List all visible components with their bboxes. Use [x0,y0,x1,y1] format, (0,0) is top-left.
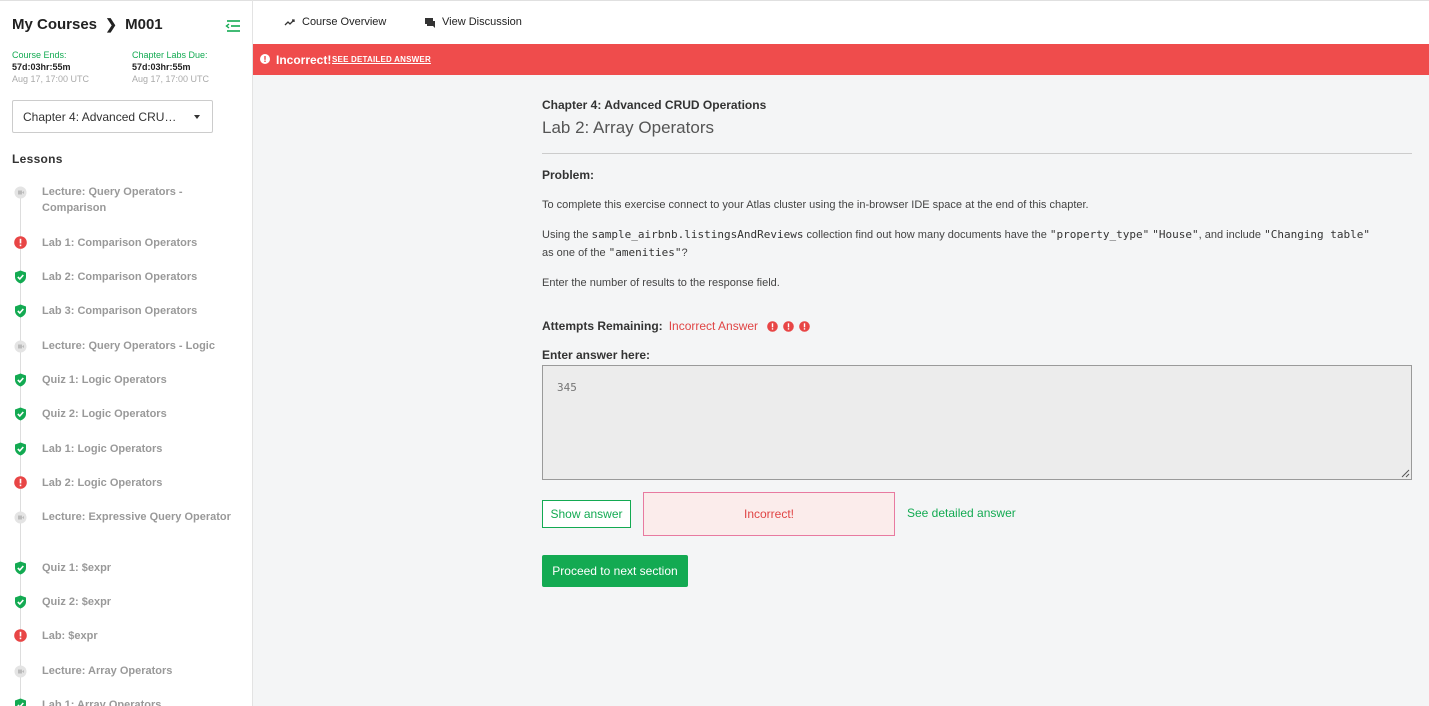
check-shield-icon [14,698,27,706]
course-ends-date: Aug 17, 17:00 UTC [12,74,90,84]
lesson-label: Lab 1: Array Operators [42,699,162,706]
banner-text: Incorrect! [276,53,332,67]
lesson-label: Lecture: Query Operators - Comparison [42,186,183,214]
check-shield-icon [14,407,27,421]
lesson-label: Quiz 1: $expr [42,562,112,574]
problem-paragraph-2: Using the sample_airbnb.listingsAndRevie… [542,228,1371,259]
lesson-label: Lab 3: Comparison Operators [42,305,198,317]
attempts-remaining: Attempts Remaining: Incorrect Answer [542,319,810,333]
see-detailed-answer-link[interactable]: See detailed answer [907,506,1016,520]
chat-icon [425,17,435,28]
caret-down-icon [194,115,200,119]
answer-textarea[interactable] [542,365,1412,480]
lesson-label: Quiz 2: Logic Operators [42,408,167,420]
chapter-select-value: Chapter 4: Advanced CRUD Operations [23,110,178,124]
problem-heading: Problem: [542,168,595,182]
error-icon [14,476,27,490]
breadcrumb: My Courses ❯ M001 [12,16,163,33]
labs-due-countdown: 57d:03hr:55m [132,62,191,72]
course-overview-link[interactable]: Course Overview [284,16,386,28]
view-discussion-label: View Discussion [442,16,522,28]
check-shield-icon [14,270,27,284]
lessons-heading: Lessons [12,152,63,166]
error-banner: Incorrect! SEE DETAILED ANSWER [253,44,1429,75]
check-shield-icon [14,561,27,575]
trending-up-icon [284,19,295,26]
resize-grip-icon[interactable] [1400,468,1410,478]
check-shield-icon [14,304,27,318]
top-nav: Course Overview View Discussion [253,0,1429,44]
lesson-label: Lecture: Expressive Query Operator [42,511,231,523]
check-shield-icon [14,373,27,387]
attempt-failed-icon [783,320,794,332]
video-icon [14,186,27,200]
main-content: Chapter 4: Advanced CRUD Operations Lab … [253,75,1429,706]
course-ends-label: Course Ends: [12,50,67,60]
labs-due: Chapter Labs Due: 57d:03hr:55m Aug 17, 1… [132,49,242,85]
lesson-label: Lab: $expr [42,630,98,642]
lesson-label: Lab 2: Comparison Operators [42,271,198,283]
video-icon [14,340,27,354]
divider [542,153,1412,154]
answer-label: Enter answer here: [542,348,651,362]
chevron-right-icon: ❯ [105,16,117,32]
breadcrumb-course: M001 [125,16,163,33]
lesson-label: Quiz 2: $expr [42,596,112,608]
sidebar: My Courses ❯ M001 Course Ends: 57d:03hr:… [0,0,253,706]
proceed-button[interactable]: Proceed to next section [542,555,688,587]
attempt-failed-icon [799,320,810,332]
incorrect-message: Incorrect! [643,492,895,536]
collapse-sidebar-icon[interactable] [225,19,241,33]
labs-due-date: Aug 17, 17:00 UTC [132,74,210,84]
check-shield-icon [14,595,27,609]
breadcrumb-my-courses[interactable]: My Courses [12,16,97,33]
lesson-label: Lab 1: Comparison Operators [42,237,198,249]
chapter-select[interactable]: Chapter 4: Advanced CRUD Operations [12,100,213,133]
course-ends: Course Ends: 57d:03hr:55m Aug 17, 17:00 … [12,49,122,85]
lesson-label: Lecture: Array Operators [42,665,173,677]
show-answer-button[interactable]: Show answer [542,500,631,528]
attempt-icons [767,320,810,332]
error-icon [14,236,27,250]
error-icon [14,629,27,643]
lab-title: Lab 2: Array Operators [542,118,714,137]
course-overview-label: Course Overview [302,16,387,28]
lesson-label: Quiz 1: Logic Operators [42,374,167,386]
problem-paragraph-3: Enter the number of results to the respo… [542,277,780,289]
problem-paragraph-1: To complete this exercise connect to you… [542,199,1089,211]
labs-due-label: Chapter Labs Due: [132,50,208,60]
alert-icon [260,54,270,64]
attempt-failed-icon [767,320,778,332]
view-discussion-link[interactable]: View Discussion [424,16,522,28]
attempts-value: Incorrect Answer [668,319,759,333]
video-icon [14,665,27,679]
check-shield-icon [14,442,27,456]
lesson-label: Lab 1: Logic Operators [42,443,163,455]
sidebar-top-border [0,0,252,3]
video-icon [14,511,27,525]
course-ends-countdown: 57d:03hr:55m [12,62,71,72]
lesson-label: Lab 2: Logic Operators [42,477,163,489]
lesson-label: Lecture: Query Operators - Logic [42,340,215,352]
banner-detailed-answer-link[interactable]: SEE DETAILED ANSWER [332,55,431,64]
chapter-title: Chapter 4: Advanced CRUD Operations [542,98,767,112]
attempts-label: Attempts Remaining: [542,319,663,333]
